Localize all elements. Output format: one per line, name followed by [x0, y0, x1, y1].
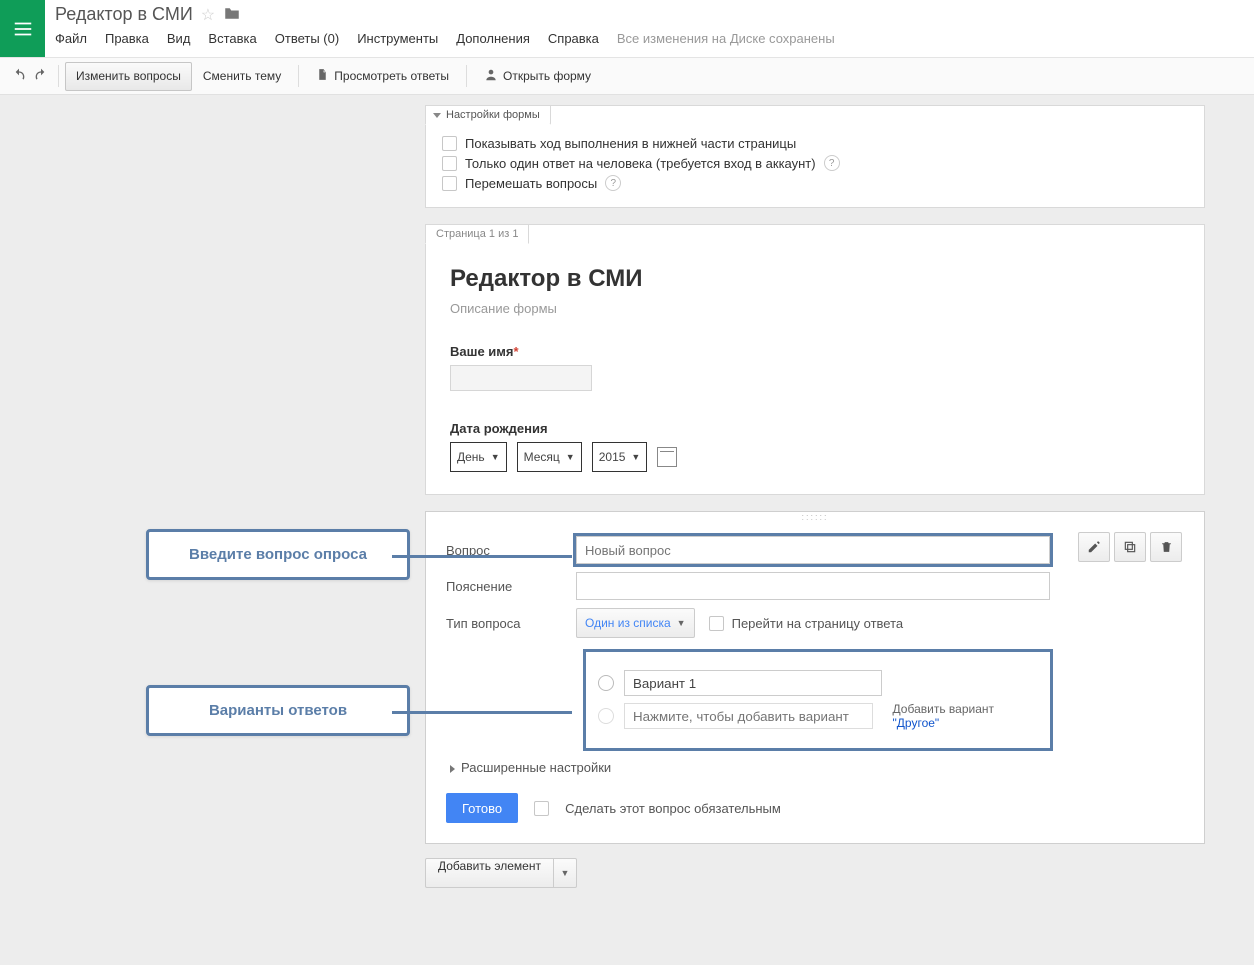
radio-icon: [598, 675, 614, 691]
question-editor: :::::: Вопрос Пояснение Тип вопроса Один…: [425, 511, 1205, 844]
radio-icon: [598, 708, 614, 724]
toolbar: Изменить вопросы Сменить тему Просмотрет…: [0, 58, 1254, 95]
callout-question: Введите вопрос опроса: [146, 529, 410, 580]
checkbox-progress[interactable]: [442, 136, 457, 151]
page-panel: Страница 1 из 1 Редактор в СМИ Описание …: [425, 224, 1205, 495]
advanced-settings-toggle[interactable]: Расширенные настройки: [450, 760, 1050, 775]
required-label: Сделать этот вопрос обязательным: [565, 801, 781, 816]
drag-handle[interactable]: ::::::: [426, 512, 1204, 522]
tab-edit-questions[interactable]: Изменить вопросы: [65, 62, 192, 91]
help-text-input[interactable]: [576, 572, 1050, 600]
help-text-label: Пояснение: [446, 579, 576, 594]
callout-line: [392, 555, 572, 558]
name-input[interactable]: [450, 365, 592, 391]
setting-one-response-label: Только один ответ на человека (требуется…: [465, 156, 816, 171]
checkbox-shuffle[interactable]: [442, 176, 457, 191]
menu-addons[interactable]: Дополнения: [456, 31, 530, 46]
form-settings-panel: Настройки формы Показывать ход выполнени…: [425, 105, 1205, 208]
undo-button[interactable]: [8, 65, 30, 87]
month-select[interactable]: Месяц▼: [517, 442, 582, 472]
question-input[interactable]: [576, 536, 1050, 564]
edit-icon[interactable]: [1078, 532, 1110, 562]
question-type-select[interactable]: Один из списка▼: [576, 608, 695, 638]
delete-icon[interactable]: [1150, 532, 1182, 562]
star-icon[interactable]: ☆: [201, 5, 215, 25]
page-indicator: Страница 1 из 1: [425, 224, 529, 244]
callout-line: [392, 711, 572, 714]
open-form-button[interactable]: Открыть форму: [473, 62, 602, 91]
duplicate-icon[interactable]: [1114, 532, 1146, 562]
folder-icon[interactable]: [223, 6, 241, 24]
add-element-menu[interactable]: ▼: [554, 858, 577, 888]
person-icon: [484, 68, 498, 85]
goto-page-label: Перейти на страницу ответа: [732, 616, 904, 631]
checkbox-one-response[interactable]: [442, 156, 457, 171]
dob-field-label: Дата рождения: [450, 421, 1180, 436]
add-other-link[interactable]: "Другое": [893, 716, 940, 730]
calendar-icon[interactable]: [657, 447, 677, 467]
option-1-input[interactable]: [624, 670, 882, 696]
menu-responses[interactable]: Ответы (0): [275, 31, 339, 46]
menu-tools[interactable]: Инструменты: [357, 31, 438, 46]
form-description[interactable]: Описание формы: [450, 301, 1180, 316]
question-type-label: Тип вопроса: [446, 616, 576, 631]
done-button[interactable]: Готово: [446, 793, 518, 823]
help-icon[interactable]: ?: [824, 155, 840, 171]
menu-help[interactable]: Справка: [548, 31, 599, 46]
save-status: Все изменения на Диске сохранены: [617, 31, 835, 46]
menu-insert[interactable]: Вставка: [208, 31, 256, 46]
year-select[interactable]: 2015▼: [592, 442, 648, 472]
menu-view[interactable]: Вид: [167, 31, 191, 46]
document-title[interactable]: Редактор в СМИ: [55, 4, 193, 25]
callout-options: Варианты ответов: [146, 685, 410, 736]
menu-file[interactable]: Файл: [55, 31, 87, 46]
main-menu: Файл Правка Вид Вставка Ответы (0) Инстр…: [55, 31, 1254, 46]
add-option-input[interactable]: [624, 703, 873, 729]
setting-shuffle-label: Перемешать вопросы: [465, 176, 597, 191]
add-other-text: Добавить вариант "Другое": [893, 702, 1038, 730]
redo-button[interactable]: [30, 65, 52, 87]
form-settings-toggle[interactable]: Настройки формы: [425, 105, 551, 125]
name-field-label: Ваше имя*: [450, 344, 1180, 359]
checkbox-required[interactable]: [534, 801, 549, 816]
header: Редактор в СМИ ☆ Файл Правка Вид Вставка…: [0, 0, 1254, 58]
day-select[interactable]: День▼: [450, 442, 507, 472]
setting-progress-label: Показывать ход выполнения в нижней части…: [465, 136, 796, 151]
file-icon: [316, 68, 329, 84]
view-responses-button[interactable]: Просмотреть ответы: [305, 62, 460, 91]
checkbox-goto-page[interactable]: [709, 616, 724, 631]
menu-edit[interactable]: Правка: [105, 31, 149, 46]
app-icon[interactable]: [0, 0, 45, 57]
help-icon[interactable]: ?: [605, 175, 621, 191]
options-box: Добавить вариант "Другое": [586, 652, 1050, 748]
form-title[interactable]: Редактор в СМИ: [450, 265, 1180, 293]
tab-change-theme[interactable]: Сменить тему: [192, 62, 292, 91]
add-element-button[interactable]: Добавить элемент: [425, 858, 554, 888]
